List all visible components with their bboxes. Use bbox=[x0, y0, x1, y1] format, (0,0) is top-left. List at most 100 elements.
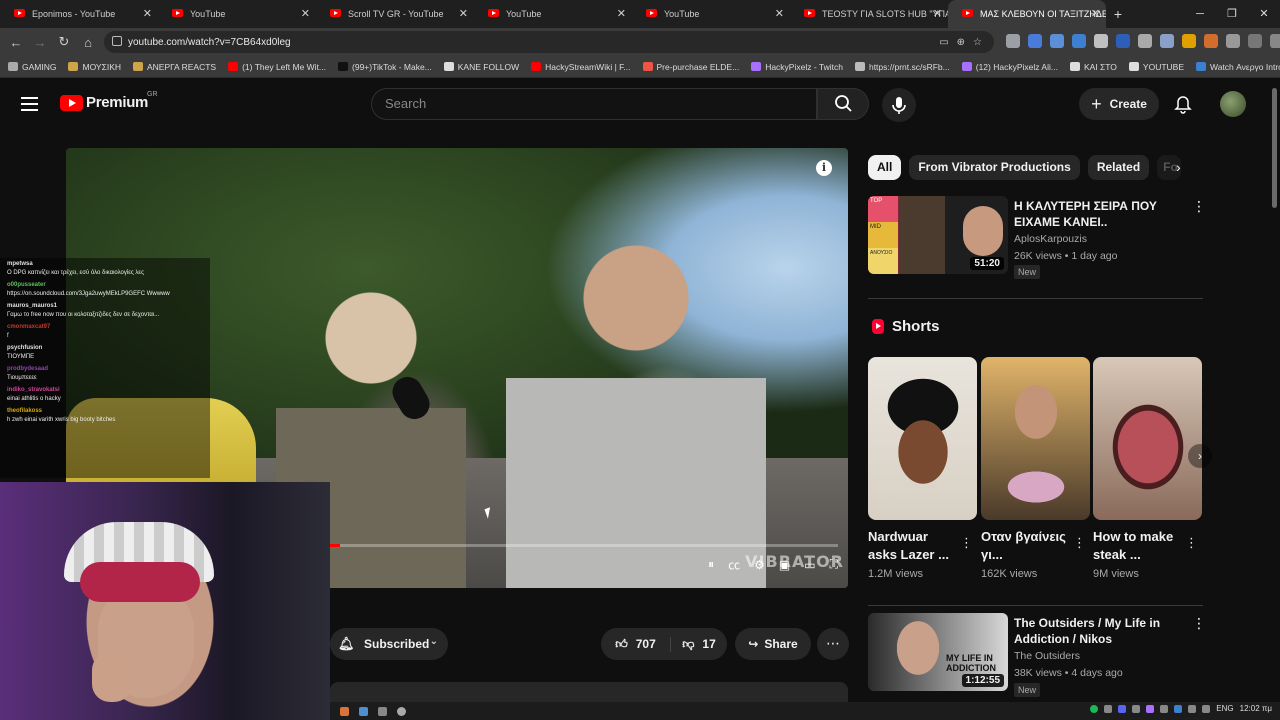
short-title[interactable]: Οταν βγαίνεις γι... bbox=[981, 528, 1066, 564]
site-info-icon[interactable] bbox=[112, 36, 122, 46]
account-avatar[interactable] bbox=[1220, 91, 1246, 117]
zoom-icon[interactable]: ⊕ bbox=[957, 37, 965, 48]
more-options-icon[interactable]: ⋮ bbox=[1185, 535, 1198, 551]
short-title[interactable]: Nardwuar asks Lazer ... bbox=[868, 528, 953, 564]
page-scrollbar[interactable] bbox=[1272, 88, 1277, 208]
home-icon[interactable]: ⌂ bbox=[76, 35, 100, 50]
bookmark-item[interactable]: https://prnt.sc/sRFb... bbox=[854, 62, 950, 72]
close-tab-icon[interactable]: ✕ bbox=[301, 7, 310, 20]
info-icon[interactable]: i bbox=[816, 160, 832, 176]
bookmark-item[interactable]: ΜΟΥΣΙΚΗ bbox=[68, 62, 121, 72]
channel-name[interactable]: The Outsiders bbox=[1014, 650, 1080, 662]
short-title[interactable]: How to make steak ... bbox=[1093, 528, 1178, 564]
chip-all[interactable]: All bbox=[868, 155, 902, 180]
close-tab-icon[interactable]: ✕ bbox=[459, 7, 468, 20]
back-icon[interactable]: ← bbox=[4, 35, 28, 50]
short-thumbnail[interactable] bbox=[1093, 357, 1202, 520]
tray-icon[interactable] bbox=[1160, 704, 1169, 713]
bookmark-item[interactable]: Pre-purchase ELDE... bbox=[642, 62, 739, 72]
more-actions-button[interactable]: ⋯ bbox=[817, 628, 849, 660]
recommended-video[interactable]: TOP MID ΑΝΟΥΣΙΟ 51:20 Η ΚΑΛΥΤΕΡΗ ΣΕΙΡΑ Π… bbox=[868, 196, 1208, 279]
recommended-video[interactable]: MY LIFE IN ADDICTION 1:12:55 The Outside… bbox=[868, 613, 1208, 697]
video-title[interactable]: Η ΚΑΛΥΤΕΡΗ ΣΕΙΡΑ ΠΟΥ ΕΙΧΑΜΕ ΚΑΝΕΙ.. bbox=[1014, 198, 1184, 230]
tray-icon[interactable] bbox=[1202, 704, 1211, 713]
reading-list-icon[interactable] bbox=[1248, 34, 1262, 48]
reload-icon[interactable]: ↻ bbox=[52, 34, 76, 50]
bookmark-item[interactable]: Watch Ανεργο Intro... bbox=[1196, 62, 1280, 72]
puzzle-icon[interactable] bbox=[1226, 34, 1240, 48]
chevron-right-icon[interactable]: › bbox=[1176, 159, 1181, 175]
hamburger-menu-icon[interactable] bbox=[21, 97, 38, 111]
description-box[interactable] bbox=[330, 682, 848, 702]
extension-icon[interactable] bbox=[1072, 34, 1086, 48]
video-thumbnail[interactable]: MY LIFE IN ADDICTION 1:12:55 bbox=[868, 613, 1008, 691]
search-button[interactable] bbox=[817, 88, 869, 120]
chevron-right-icon[interactable]: › bbox=[1188, 444, 1212, 468]
extension-icon[interactable] bbox=[1116, 34, 1130, 48]
browser-tab[interactable]: Eponimos - YouTube ✕ bbox=[0, 0, 158, 28]
extension-icon[interactable] bbox=[1204, 34, 1218, 48]
search-input[interactable]: Search bbox=[371, 88, 817, 120]
minimize-icon[interactable]: ─ bbox=[1184, 0, 1216, 28]
extension-icon[interactable] bbox=[1182, 34, 1196, 48]
bookmark-star-icon[interactable]: ☆ bbox=[973, 37, 982, 48]
more-options-icon[interactable]: ⋮ bbox=[960, 535, 973, 551]
video-title[interactable]: The Outsiders / My Life in Addiction / N… bbox=[1014, 615, 1184, 647]
extension-icon[interactable] bbox=[1050, 34, 1064, 48]
bookmark-item[interactable]: (1) They Left Me Wit... bbox=[228, 62, 326, 72]
clock[interactable]: 12:02 πμ bbox=[1240, 704, 1272, 713]
sidebar-icon[interactable] bbox=[1270, 34, 1280, 48]
language-indicator[interactable]: ENG bbox=[1216, 704, 1233, 713]
bookmark-item[interactable]: (12) HackyPixelz Ali... bbox=[961, 62, 1058, 72]
close-window-icon[interactable]: ✕ bbox=[1248, 0, 1280, 28]
autoplay-toggle-icon[interactable]: ⏸ bbox=[708, 557, 714, 572]
close-tab-icon[interactable]: ✕ bbox=[143, 7, 152, 20]
browser-tab[interactable]: YouTube ✕ bbox=[632, 0, 790, 28]
short-card[interactable]: Nardwuar asks Lazer ... 1.2M views ⋮ bbox=[868, 357, 977, 580]
subscribed-button[interactable]: 🔔︎ Subscribed ⌄ bbox=[330, 628, 448, 660]
bookmark-item[interactable]: YOUTUBE bbox=[1128, 62, 1184, 72]
extension-icon[interactable] bbox=[1160, 34, 1174, 48]
youtube-logo[interactable]: Premium GR bbox=[60, 91, 158, 111]
dislike-button[interactable]: 👎︎ 17 bbox=[671, 637, 727, 652]
cast-icon[interactable]: ▭ bbox=[939, 37, 948, 48]
progress-bar[interactable] bbox=[330, 544, 838, 547]
tray-icon[interactable] bbox=[1132, 704, 1141, 713]
create-button[interactable]: + Create bbox=[1079, 88, 1159, 120]
tray-icon[interactable] bbox=[1090, 704, 1099, 713]
share-button[interactable]: ↪ Share bbox=[735, 628, 811, 660]
notifications-bell-icon[interactable] bbox=[1173, 95, 1193, 115]
browser-tab[interactable]: YouTube ✕ bbox=[158, 0, 316, 28]
restore-icon[interactable]: ❐ bbox=[1216, 0, 1248, 28]
taskbar-app-icon[interactable] bbox=[397, 706, 406, 716]
close-tab-icon[interactable]: ✕ bbox=[1091, 7, 1100, 20]
channel-name[interactable]: AplosKarpouzis bbox=[1014, 233, 1087, 245]
bookmark-item[interactable]: HackyStreamWiki | F... bbox=[531, 62, 631, 72]
video-thumbnail[interactable]: TOP MID ΑΝΟΥΣΙΟ 51:20 bbox=[868, 196, 1008, 274]
new-tab-button[interactable]: + bbox=[1106, 6, 1130, 22]
voice-search-button[interactable] bbox=[882, 88, 916, 122]
extension-icon[interactable] bbox=[1138, 34, 1152, 48]
like-button[interactable]: 👍︎ 707 bbox=[601, 636, 671, 652]
taskbar-app-icon[interactable] bbox=[378, 706, 387, 716]
address-bar[interactable]: youtube.com/watch?v=7CB64xd0leg ▭ ⊕ ☆ bbox=[104, 31, 994, 53]
tray-icon[interactable] bbox=[1118, 704, 1127, 713]
bookmark-item[interactable]: HackyPixelz - Twitch bbox=[751, 62, 843, 72]
bookmark-item[interactable]: KANE FOLLOW bbox=[443, 62, 519, 72]
browser-tab[interactable]: YouTube ✕ bbox=[474, 0, 632, 28]
captions-icon[interactable]: ㏄ bbox=[728, 556, 740, 573]
bookmark-item[interactable]: ΑΝΕΡΓΑ REACTS bbox=[133, 62, 216, 72]
browser-tab[interactable]: TEOSTY ΓΙΑ SLOTS HUB "ΥΠΑΡ ✕ bbox=[790, 0, 948, 28]
browser-tab[interactable]: Scroll TV GR - YouTube ✕ bbox=[316, 0, 474, 28]
tray-icon[interactable] bbox=[1146, 704, 1155, 713]
bookmark-item[interactable]: ΚΑΙ ΣΤΟ bbox=[1069, 62, 1117, 72]
short-card[interactable]: Οταν βγαίνεις γι... 162K views ⋮ bbox=[981, 357, 1090, 580]
short-thumbnail[interactable] bbox=[868, 357, 977, 520]
tray-icon[interactable] bbox=[1174, 704, 1183, 713]
browser-tab[interactable]: ΜΑΣ ΚΛΕΒΟΥΝ ΟΙ ΤΑΞΙΤΖΗΔΕ ✕ bbox=[948, 0, 1106, 28]
extension-icon[interactable] bbox=[1094, 34, 1108, 48]
short-card[interactable]: How to make steak ... 9M views ⋮ bbox=[1093, 357, 1202, 580]
more-options-icon[interactable]: ⋮ bbox=[1192, 615, 1206, 632]
close-tab-icon[interactable]: ✕ bbox=[933, 7, 942, 20]
chip-related[interactable]: Related bbox=[1087, 155, 1150, 180]
